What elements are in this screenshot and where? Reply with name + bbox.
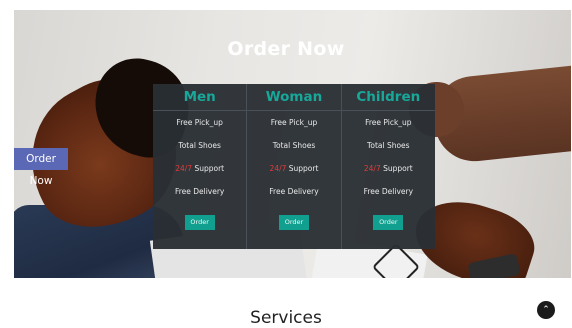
feature-delivery: Free Delivery	[363, 187, 414, 196]
order-button-children[interactable]: Order	[373, 215, 404, 230]
support-label: Support	[286, 164, 319, 173]
feature-total-shoes: Total Shoes	[272, 141, 316, 150]
order-now-side-tab[interactable]: Order Now	[14, 148, 68, 187]
support-label: Support	[192, 164, 225, 173]
feature-support: 24/7 Support	[247, 157, 340, 180]
plan-men: Men Free Pick_up Total Shoes 24/7 Suppor…	[153, 84, 248, 249]
feature-total-shoes: Total Shoes	[367, 141, 410, 150]
support-hours: 24/7	[269, 164, 287, 173]
pricing-table: Men Free Pick_up Total Shoes 24/7 Suppor…	[153, 84, 435, 249]
support-label: Support	[380, 164, 413, 173]
chevron-up-icon: ⌃	[542, 305, 550, 315]
services-heading: Services	[250, 308, 322, 328]
feature-pickup: Free Pick_up	[365, 118, 412, 127]
feature-total-shoes: Total Shoes	[178, 141, 221, 150]
order-button-woman[interactable]: Order	[278, 215, 309, 230]
plan-title: Children	[341, 84, 435, 111]
plan-title: Woman	[247, 84, 341, 111]
feature-pickup: Free Pick_up	[270, 118, 318, 127]
feature-delivery: Free Delivery	[269, 187, 319, 196]
support-hours: 24/7	[363, 164, 381, 173]
feature-support: 24/7 Support	[153, 157, 246, 180]
scroll-to-top-button[interactable]: ⌃	[537, 301, 555, 319]
feature-support: 24/7 Support	[342, 157, 435, 180]
order-button-men[interactable]: Order	[184, 215, 215, 230]
feature-pickup: Free Pick_up	[176, 118, 223, 127]
plan-children: Children Free Pick_up Total Shoes 24/7 S…	[341, 84, 435, 249]
plan-woman: Woman Free Pick_up Total Shoes 24/7 Supp…	[247, 84, 342, 249]
feature-delivery: Free Delivery	[174, 187, 225, 196]
hero-title: Order Now	[227, 38, 345, 60]
plan-title: Men	[153, 84, 247, 111]
support-hours: 24/7	[175, 164, 193, 173]
